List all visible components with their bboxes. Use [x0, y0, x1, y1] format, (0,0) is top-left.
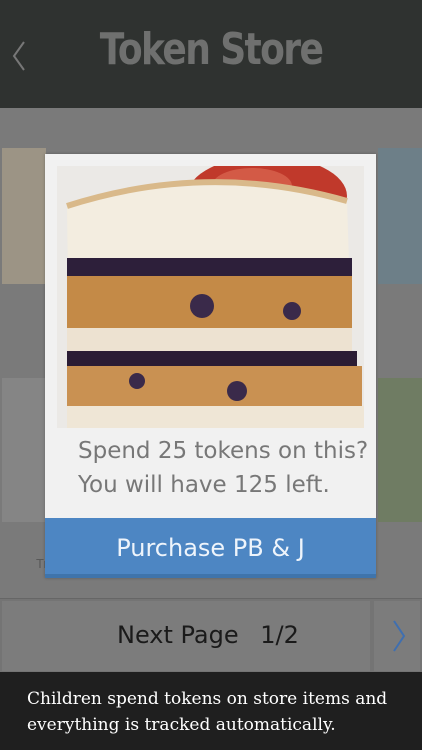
next-page-button[interactable]: Next Page 1/2	[2, 601, 370, 671]
chevron-left-icon	[12, 41, 25, 71]
footer-caption: Children spend tokens on store items and…	[27, 689, 388, 735]
page-title: Token Store	[99, 24, 324, 75]
store-item-tile[interactable]	[378, 148, 422, 316]
item-image	[57, 166, 364, 428]
next-page-label: Next Page	[117, 621, 239, 649]
purchase-prompt: Spend 25 tokens on this? You will have 1…	[78, 434, 368, 502]
back-button[interactable]	[6, 36, 34, 76]
store-item-tile[interactable]	[2, 378, 46, 554]
prompt-line: Spend 25 tokens on this?	[78, 438, 369, 464]
purchase-button[interactable]: Purchase PB & J	[45, 518, 376, 578]
page-indicator: 1/2	[260, 621, 299, 649]
header-bar: Token Store	[0, 0, 422, 108]
store-item-tile[interactable]	[2, 148, 46, 316]
next-arrow-button[interactable]	[374, 601, 420, 671]
chevron-right-icon	[393, 620, 406, 652]
purchase-dialog: Spend 25 tokens on this? You will have 1…	[45, 154, 376, 578]
store-item-tile[interactable]	[378, 378, 422, 554]
footer-banner: Children spend tokens on store items and…	[0, 672, 422, 750]
pagination-bar: Next Page 1/2	[0, 598, 422, 673]
prompt-line: You will have 125 left.	[78, 472, 330, 498]
